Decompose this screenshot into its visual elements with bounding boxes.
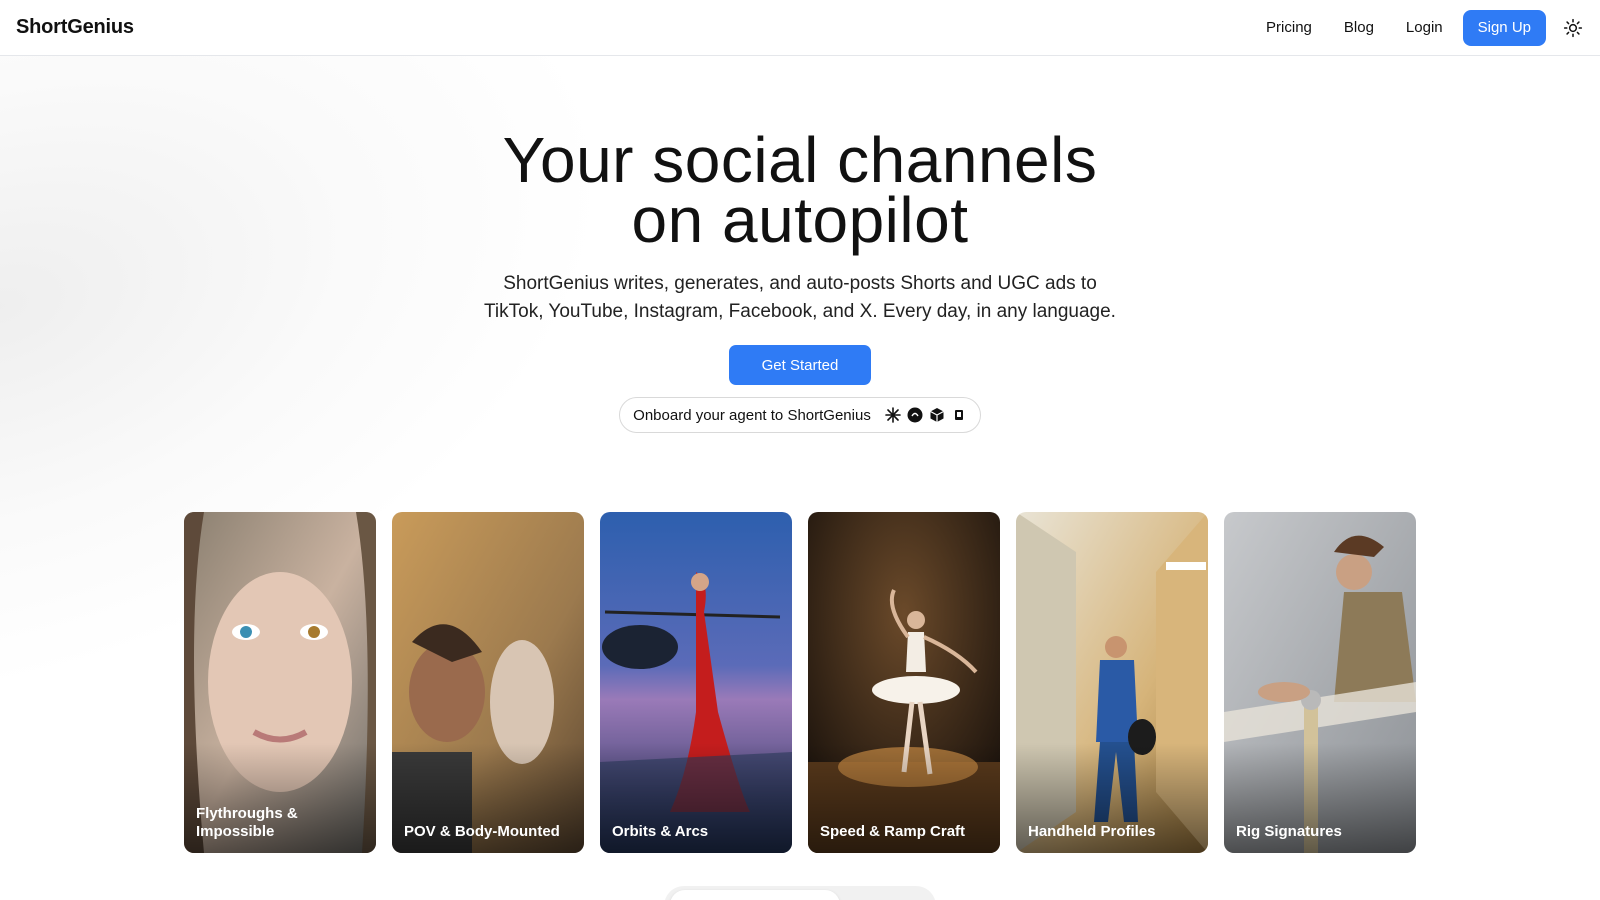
card-rig[interactable]: Rig Signatures <box>1224 512 1416 853</box>
onboard-agent-label: Onboard your agent to ShortGenius <box>633 406 871 424</box>
style-cards: Flythroughs & Impossible POV & Body-Moun… <box>184 512 1416 853</box>
signup-button[interactable]: Sign Up <box>1462 9 1546 46</box>
segment-knob[interactable] <box>670 890 840 900</box>
sparkle-icon <box>885 407 901 423</box>
card-handheld[interactable]: Handheld Profiles <box>1016 512 1208 853</box>
cube-icon <box>929 407 945 423</box>
bottom-segment-toggle[interactable] <box>664 886 936 900</box>
card-label: Handheld Profiles <box>1028 823 1156 840</box>
card-speed-ramp[interactable]: Speed & Ramp Craft <box>808 512 1000 853</box>
onboard-agent-button[interactable]: Onboard your agent to ShortGenius <box>619 397 981 433</box>
card-pov[interactable]: POV & Body-Mounted <box>392 512 584 853</box>
get-started-button[interactable]: Get Started <box>729 345 871 385</box>
card-flythroughs[interactable]: Flythroughs & Impossible <box>184 512 376 853</box>
card-label: POV & Body-Mounted <box>404 823 560 840</box>
card-label: Rig Signatures <box>1236 823 1342 840</box>
card-label: Speed & Ramp Craft <box>820 823 966 840</box>
hero-subtitle: ShortGenius writes, generates, and auto-… <box>0 270 1600 326</box>
robot-icon <box>951 407 967 423</box>
nav-blog[interactable]: Blog <box>1344 19 1374 36</box>
card-label: Flythroughs & Impossible <box>196 805 298 840</box>
top-navbar: ShortGenius Pricing Blog Login Sign Up <box>0 0 1600 56</box>
sun-icon <box>1563 18 1583 37</box>
hero-subtitle-line2: TikTok, YouTube, Instagram, Facebook, an… <box>484 301 1116 322</box>
agent-icons <box>879 407 967 423</box>
card-label: Orbits & Arcs <box>612 823 709 840</box>
logo[interactable]: ShortGenius <box>16 16 134 39</box>
hero-title: Your social channels on autopilot <box>0 124 1600 256</box>
card-orbits[interactable]: Orbits & Arcs <box>600 512 792 853</box>
hero-section: Your social channels on autopilot ShortG… <box>0 124 1600 433</box>
hero-subtitle-line1: ShortGenius writes, generates, and auto-… <box>503 273 1097 294</box>
nav-pricing[interactable]: Pricing <box>1266 19 1312 36</box>
theme-toggle-button[interactable] <box>1562 17 1584 39</box>
chat-icon <box>907 407 923 423</box>
hero-title-line2: on autopilot <box>631 184 969 256</box>
nav-login[interactable]: Login <box>1406 19 1443 36</box>
hero-title-line1: Your social channels <box>502 124 1098 196</box>
main-nav: Pricing Blog Login Sign Up <box>1266 9 1584 46</box>
